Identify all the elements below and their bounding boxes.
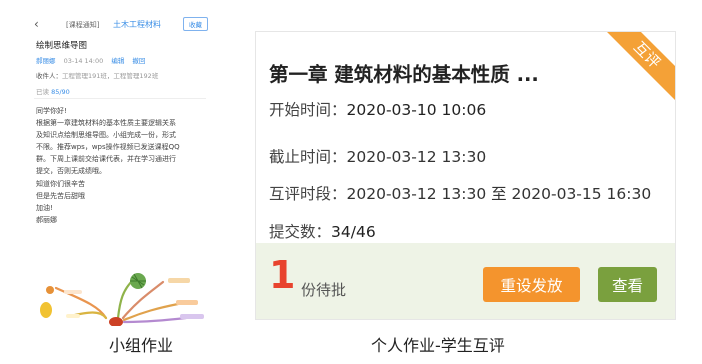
caption-individual-peer-review: 个人作业-学生互评 xyxy=(371,336,505,355)
review-period-value: 2020-03-12 13:30 至 2020-03-15 16:30 xyxy=(346,185,652,203)
divider xyxy=(34,98,206,99)
body-line: 及知识点绘制思维导图。小组完成一份，形式 xyxy=(36,131,176,140)
body-line: 提交，否则无成绩哦。 xyxy=(36,167,106,176)
receivers-value: 工程管理191班，工程管理192班 xyxy=(62,72,159,80)
review-period-label: 互评时段： xyxy=(269,185,347,203)
reset-distribution-button[interactable]: 重设发放 xyxy=(483,267,580,302)
course-name[interactable]: 土木工程材料 xyxy=(113,19,161,30)
mind-map-image[interactable] xyxy=(28,260,212,326)
review-period-row: 互评时段：2020-03-12 13:30 至 2020-03-15 16:30 xyxy=(269,182,651,204)
notice-datetime: 03-14 14:00 xyxy=(63,57,104,65)
body-line: 知道你们很辛苦 xyxy=(36,179,85,188)
pending-count: 1 xyxy=(269,253,296,297)
body-line: 郝丽娜 xyxy=(36,215,57,224)
read-count-value: 85/90 xyxy=(51,88,70,96)
group-assignment-notice: ‹ [课程通知] 土木工程材料 收藏 绘制思维导图 郝丽娜 03-14 14:0… xyxy=(28,14,212,326)
pending-label: 份待批 xyxy=(301,281,347,299)
receivers-line: 收件人：工程管理191班，工程管理192班 xyxy=(36,70,158,80)
withdraw-link[interactable]: 撤回 xyxy=(132,57,145,65)
course-tag: [课程通知] xyxy=(66,21,100,29)
author-name[interactable]: 郝丽娜 xyxy=(36,57,56,65)
receivers-label: 收件人： xyxy=(36,72,62,80)
assignment-title[interactable]: 第一章 建筑材料的基本性质 ... xyxy=(269,58,539,87)
deadline-value: 2020-03-12 13:30 xyxy=(346,148,487,166)
body-line: 同学你好! xyxy=(36,107,67,115)
notice-body: 同学你好! 根据第一章建筑材料的基本性质主要逻辑关系 及知识点绘制思维导图。小组… xyxy=(36,105,208,226)
read-label: 已读 xyxy=(36,88,49,96)
start-time-row: 开始时间：2020-03-10 10:06 xyxy=(269,98,486,120)
start-time-label: 开始时间： xyxy=(269,101,347,119)
body-line: 但是先苦后甜哦 xyxy=(36,191,85,200)
card-footer: 1 份待批 重设发放 查看 xyxy=(256,243,675,319)
body-line: 加油! xyxy=(36,203,53,212)
body-line: 根据第一章建筑材料的基本性质主要逻辑关系 xyxy=(36,119,176,128)
notice-meta: 郝丽娜 03-14 14:00 编辑 撤回 xyxy=(36,55,145,65)
peer-review-assignment-card[interactable]: 互评 第一章 建筑材料的基本性质 ... 开始时间：2020-03-10 10:… xyxy=(255,31,676,320)
deadline-label: 截止时间： xyxy=(269,148,347,166)
submission-count-row: 提交数：34/46 xyxy=(269,220,376,242)
notice-title: 绘制思维导图 xyxy=(36,41,88,51)
peer-review-ribbon: 互评 xyxy=(599,32,675,103)
start-time-value: 2020-03-10 10:06 xyxy=(346,101,487,119)
submission-count-label: 提交数： xyxy=(269,223,332,241)
body-line: 不限。推荐wps，wps操作视频已发送课程QQ xyxy=(36,143,180,152)
read-count[interactable]: 已读 85/90 xyxy=(36,86,70,96)
body-line: 群。下周上课前交给课代表，并在学习通进行 xyxy=(36,155,176,164)
deadline-row: 截止时间：2020-03-12 13:30 xyxy=(269,145,486,167)
submission-count-value: 34/46 xyxy=(331,223,376,241)
edit-link[interactable]: 编辑 xyxy=(111,57,124,65)
notice-header: ‹ [课程通知] 土木工程材料 收藏 xyxy=(28,14,212,34)
caption-group-assignment: 小组作业 xyxy=(109,336,174,355)
collect-button[interactable]: 收藏 xyxy=(183,17,208,31)
view-button[interactable]: 查看 xyxy=(598,267,657,302)
back-arrow-icon[interactable]: ‹ xyxy=(34,17,39,31)
